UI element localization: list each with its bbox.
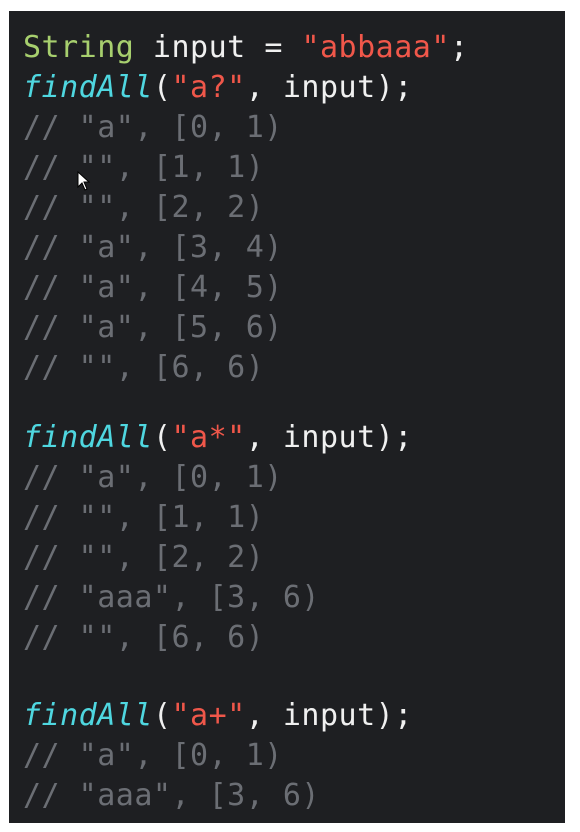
function-name: findAll	[23, 698, 153, 733]
variable-name: input	[134, 30, 265, 65]
code-line-call: findAll("a+", input);	[23, 696, 413, 736]
comment-line: // "", [6, 6)	[23, 620, 265, 655]
comment-line: // "a", [0, 1)	[23, 110, 283, 145]
comment-line: // "a", [0, 1)	[23, 738, 283, 773]
code-line-declaration: String input = "abbaaa";	[23, 28, 469, 68]
semicolon: ;	[449, 30, 469, 65]
regex-pattern: "a?"	[171, 70, 246, 105]
type-keyword: String	[23, 30, 135, 65]
function-name: findAll	[23, 420, 153, 455]
code-line-call: findAll("a?", input);	[23, 68, 413, 108]
call-arguments: , input);	[245, 698, 413, 733]
regex-pattern: "a*"	[171, 420, 246, 455]
comment-line: // "a", [0, 1)	[23, 460, 283, 495]
comment-line: // "", [6, 6)	[23, 350, 265, 385]
function-name: findAll	[23, 70, 153, 105]
comment-line: // "", [1, 1)	[23, 500, 265, 535]
call-arguments: , input);	[245, 70, 413, 105]
assignment-operator: =	[264, 30, 302, 65]
string-literal: "abbaaa"	[301, 30, 450, 65]
regex-pattern: "a+"	[171, 698, 246, 733]
open-paren: (	[152, 420, 172, 455]
comment-line: // "a", [5, 6)	[23, 310, 283, 345]
open-paren: (	[152, 698, 172, 733]
open-paren: (	[152, 70, 172, 105]
call-arguments: , input);	[245, 420, 413, 455]
comment-line: // "", [2, 2)	[23, 190, 265, 225]
comment-line: // "a", [3, 4)	[23, 230, 283, 265]
comment-line: // "a", [4, 5)	[23, 270, 283, 305]
comment-line: // "aaa", [3, 6)	[23, 778, 320, 813]
code-editor[interactable]: String input = "abbaaa"; findAll("a?", i…	[9, 11, 565, 823]
code-line-call: findAll("a*", input);	[23, 418, 413, 458]
mouse-pointer-icon	[77, 171, 91, 191]
comment-line: // "", [1, 1)	[23, 150, 265, 185]
comment-line: // "aaa", [3, 6)	[23, 580, 320, 615]
comment-line: // "", [2, 2)	[23, 540, 265, 575]
